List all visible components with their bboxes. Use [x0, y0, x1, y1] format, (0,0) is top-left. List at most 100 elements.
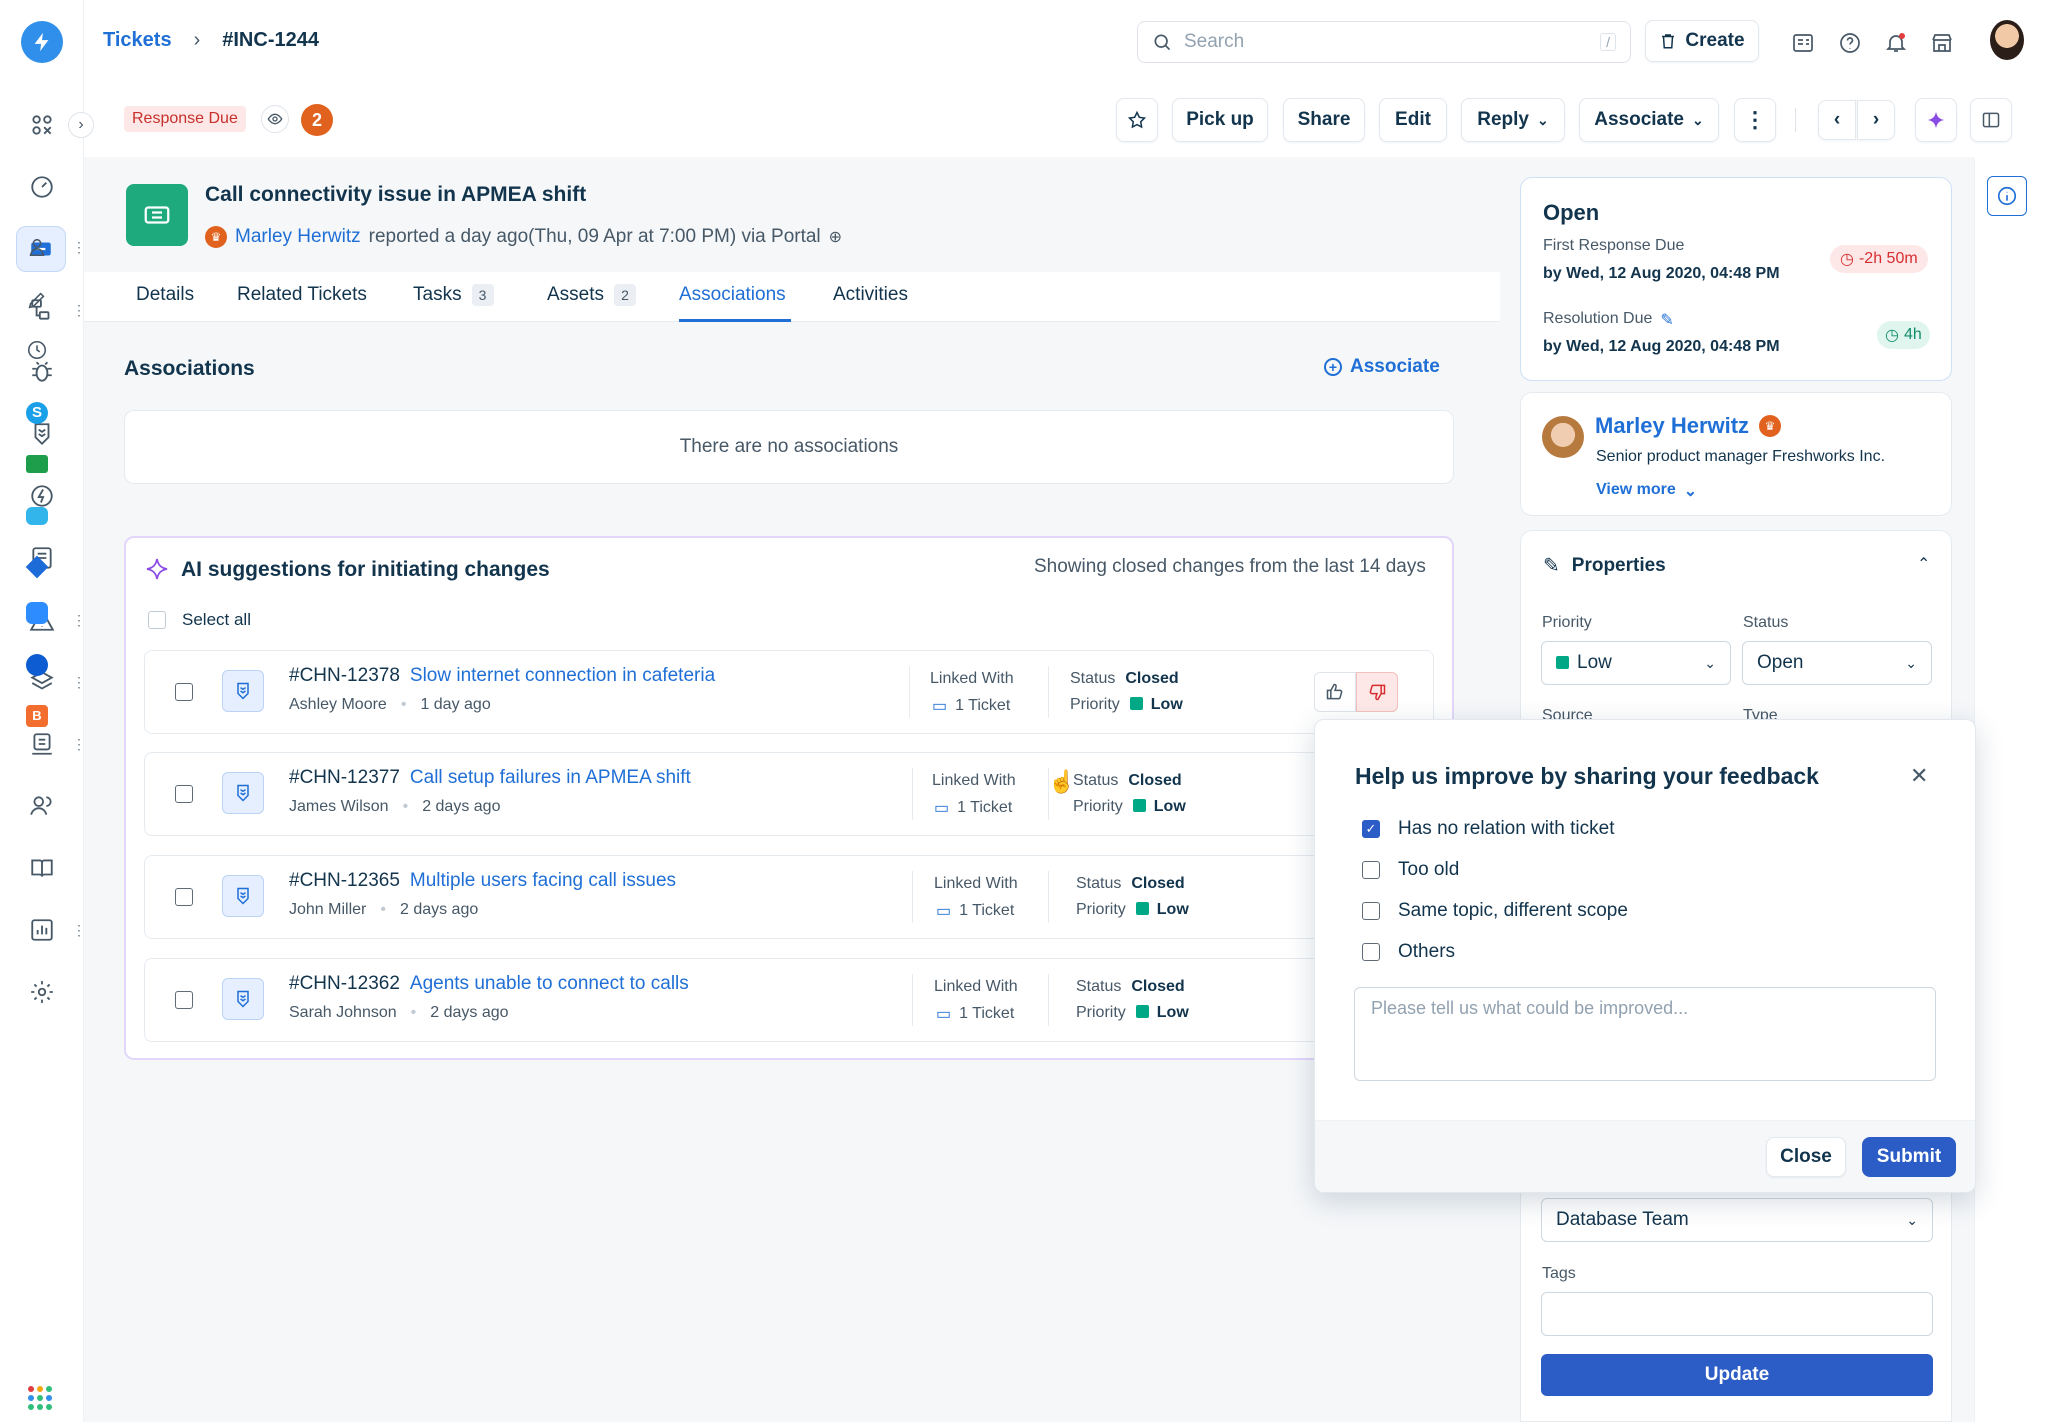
- status-select[interactable]: Open ⌄: [1742, 641, 1932, 685]
- suggestion-row[interactable]: [144, 855, 1434, 939]
- prev-ticket-button[interactable]: ‹: [1818, 100, 1856, 140]
- group-select[interactable]: Database Team ⌄: [1541, 1198, 1933, 1242]
- feedback-close-button[interactable]: Close: [1766, 1137, 1846, 1177]
- zoom-icon[interactable]: [24, 600, 50, 626]
- change-title-link[interactable]: Call setup failures in APMEA shift: [410, 767, 691, 789]
- book-icon[interactable]: [20, 846, 64, 890]
- reports-icon[interactable]: [20, 908, 64, 952]
- meet-icon[interactable]: [24, 451, 50, 477]
- teamviewer-icon[interactable]: [24, 652, 50, 678]
- more-icon[interactable]: ⋮: [72, 923, 86, 937]
- feedback-option[interactable]: ✓ Has no relation with ticket: [1362, 818, 1615, 840]
- row-checkbox[interactable]: [175, 888, 193, 906]
- freshservice-logo[interactable]: [21, 21, 63, 63]
- reply-button[interactable]: Reply ⌄: [1461, 98, 1565, 142]
- requester-link[interactable]: Marley Herwitz: [235, 226, 361, 248]
- more-icon[interactable]: ⋮: [72, 737, 86, 751]
- more-icon[interactable]: ⋮: [72, 613, 86, 627]
- suggestion-row[interactable]: [144, 752, 1434, 836]
- select-all-checkbox[interactable]: [148, 611, 166, 629]
- first-response-label: First Response Due: [1543, 237, 1685, 254]
- associate-link[interactable]: + Associate: [1324, 356, 1440, 378]
- settings-icon[interactable]: [20, 970, 64, 1014]
- feedback-submit-button[interactable]: Submit: [1862, 1137, 1956, 1177]
- notification-bell-icon[interactable]: [1883, 30, 1909, 56]
- more-icon[interactable]: ⋮: [72, 675, 86, 689]
- suggestion-row[interactable]: [144, 958, 1434, 1042]
- person-icon[interactable]: [24, 234, 50, 260]
- suggestion-row[interactable]: [144, 650, 1434, 734]
- jira-icon[interactable]: [24, 554, 50, 580]
- tab-assets[interactable]: Assets 2: [547, 284, 637, 306]
- contacts-icon[interactable]: [1790, 30, 1816, 56]
- row-checkbox[interactable]: [175, 683, 193, 701]
- pick-up-button[interactable]: Pick up: [1172, 98, 1268, 142]
- feedback-option-checkbox[interactable]: [1362, 861, 1380, 879]
- tab-associations[interactable]: Associations: [679, 284, 786, 306]
- chevron-up-icon[interactable]: ⌃: [1917, 554, 1930, 574]
- resolution-label: Resolution Due ✎: [1543, 310, 1674, 330]
- more-actions-button[interactable]: ⋮: [1734, 98, 1776, 142]
- skype-icon[interactable]: S: [24, 400, 50, 426]
- linked-value[interactable]: ▭ 1 Ticket: [936, 1004, 1014, 1024]
- associate-dropdown-button[interactable]: Associate ⌄: [1579, 98, 1719, 142]
- select-all[interactable]: Select all: [148, 610, 251, 630]
- change-title-link[interactable]: Multiple users facing call issues: [410, 870, 676, 892]
- linked-value[interactable]: ▭ 1 Ticket: [932, 696, 1010, 716]
- ai-assist-button[interactable]: [1915, 98, 1957, 142]
- view-more-link[interactable]: View more ⌄: [1596, 481, 1697, 501]
- row-checkbox[interactable]: [175, 991, 193, 1009]
- feedback-option-checkbox[interactable]: ✓: [1362, 820, 1380, 838]
- tab-tasks[interactable]: Tasks 3: [413, 284, 494, 306]
- tab-details[interactable]: Details: [136, 284, 194, 306]
- feedback-option[interactable]: Same topic, different scope: [1362, 900, 1628, 922]
- linked-value[interactable]: ▭ 1 Ticket: [936, 901, 1014, 921]
- search-input[interactable]: Search: [1184, 31, 1600, 53]
- help-icon[interactable]: [1837, 30, 1863, 56]
- thumbs-down-button[interactable]: [1356, 672, 1398, 712]
- feedback-textarea[interactable]: Please tell us what could be improved...: [1354, 987, 1936, 1081]
- tags-input[interactable]: [1541, 1292, 1933, 1336]
- feedback-option-checkbox[interactable]: [1362, 902, 1380, 920]
- users-icon[interactable]: [20, 784, 64, 828]
- expand-nav-button[interactable]: ›: [68, 112, 94, 138]
- info-icon[interactable]: [1987, 176, 2027, 216]
- more-icon[interactable]: ⋮: [72, 303, 86, 317]
- global-search[interactable]: Search /: [1137, 21, 1631, 63]
- pencil-icon[interactable]: [24, 287, 50, 313]
- priority-select[interactable]: Low ⌄: [1541, 641, 1731, 685]
- watchers-count[interactable]: 2: [301, 104, 333, 136]
- create-button[interactable]: Create: [1645, 20, 1759, 62]
- box-icon[interactable]: B: [24, 703, 50, 729]
- thumbs-up-button[interactable]: [1314, 672, 1356, 712]
- marketplace-icon[interactable]: [1929, 30, 1955, 56]
- toggle-panel-button[interactable]: [1970, 98, 2012, 142]
- linked-value[interactable]: ▭ 1 Ticket: [934, 798, 1012, 818]
- chat-icon[interactable]: [24, 503, 50, 529]
- apps-grid-icon[interactable]: [28, 1386, 52, 1410]
- gauge-icon[interactable]: [20, 165, 64, 209]
- more-icon[interactable]: ⋮: [72, 240, 86, 254]
- change-title-link[interactable]: Slow internet connection in cafeteria: [410, 665, 715, 687]
- user-avatar[interactable]: [1990, 20, 2024, 60]
- breadcrumb-tickets[interactable]: Tickets: [103, 29, 172, 52]
- favorite-button[interactable]: [1116, 98, 1158, 142]
- feedback-option-checkbox[interactable]: [1362, 943, 1380, 961]
- next-ticket-button[interactable]: ›: [1857, 100, 1895, 140]
- feedback-option[interactable]: Too old: [1362, 859, 1459, 881]
- pencil-icon[interactable]: ✎: [1660, 310, 1673, 330]
- edit-button[interactable]: Edit: [1379, 98, 1447, 142]
- properties-header[interactable]: ✎ Properties: [1543, 553, 1666, 578]
- tab-activities[interactable]: Activities: [833, 284, 908, 306]
- tab-related-tickets[interactable]: Related Tickets: [237, 284, 367, 306]
- dashboard-icon[interactable]: [20, 103, 64, 147]
- watch-icon[interactable]: [261, 105, 289, 133]
- update-button[interactable]: Update: [1541, 1354, 1933, 1396]
- feedback-option[interactable]: Others: [1362, 941, 1455, 963]
- share-button[interactable]: Share: [1283, 98, 1365, 142]
- close-icon[interactable]: ✕: [1910, 763, 1928, 789]
- change-title-link[interactable]: Agents unable to connect to calls: [410, 973, 689, 995]
- clock-icon[interactable]: [24, 337, 50, 363]
- row-checkbox[interactable]: [175, 785, 193, 803]
- requester-name[interactable]: Marley Herwitz: [1595, 413, 1749, 439]
